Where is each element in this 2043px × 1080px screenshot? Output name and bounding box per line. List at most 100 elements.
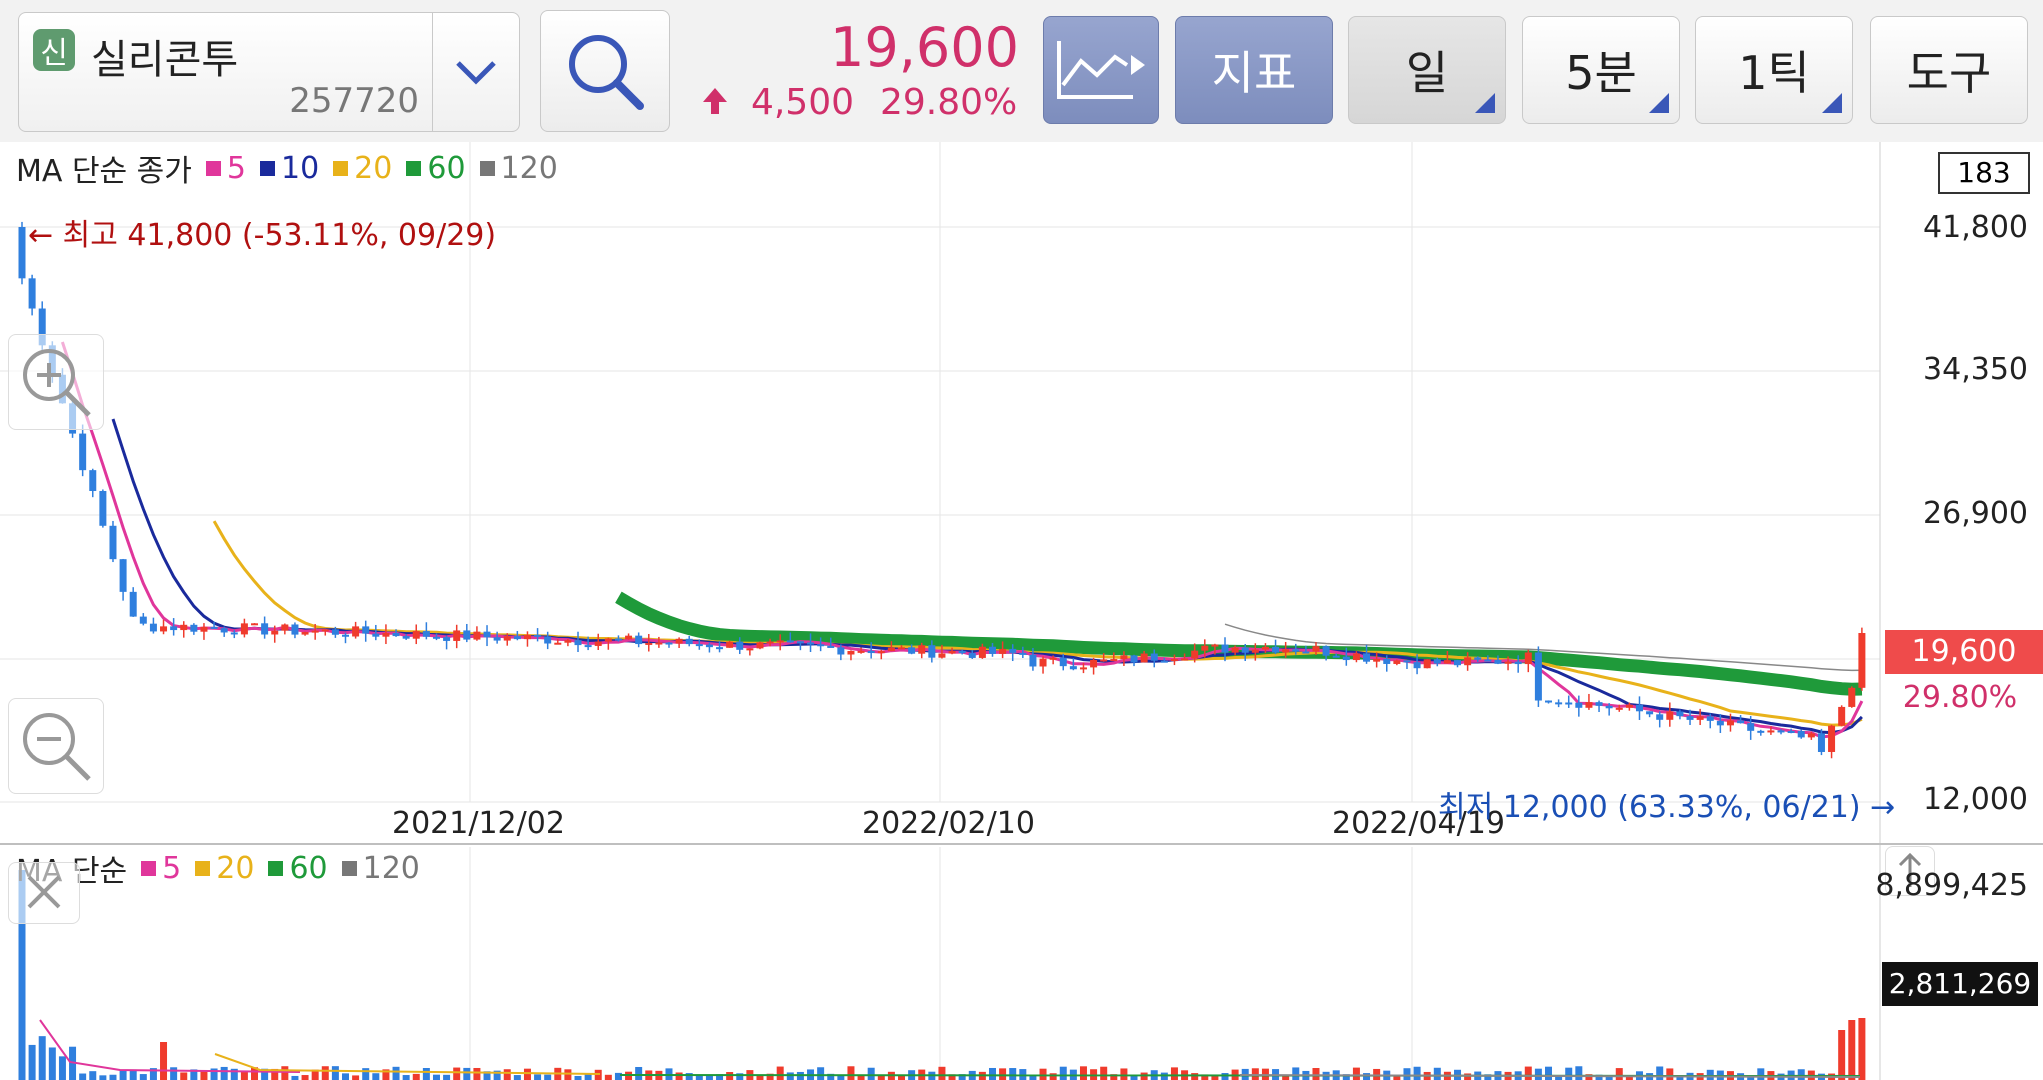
candle-body: [817, 644, 825, 647]
candle-body: [402, 636, 410, 639]
legend-item-label[interactable]: 60: [289, 851, 327, 886]
x-axis-date: 2022/02/10: [862, 806, 1035, 841]
candle-body: [705, 644, 713, 648]
candle-body: [1807, 733, 1815, 738]
dropdown-triangle-icon: [1822, 93, 1842, 113]
close-icon: [27, 875, 61, 909]
candle-body: [291, 624, 299, 635]
candle-body: [261, 623, 269, 635]
candle-body: [1767, 730, 1775, 733]
legend-item-label[interactable]: 5: [227, 151, 246, 186]
candle-body: [1423, 659, 1431, 669]
candle-body: [1595, 702, 1603, 706]
stock-selector[interactable]: 신 실리콘투 257720: [18, 12, 520, 132]
legend-prefix: MA 단순 종가: [16, 154, 192, 189]
volume-bar: [1170, 1067, 1178, 1080]
candle-body: [604, 638, 612, 642]
candle-body: [230, 632, 238, 635]
legend-item-label[interactable]: 20: [216, 851, 254, 886]
candle-body: [1009, 648, 1017, 653]
period-minute-button[interactable]: 5분: [1522, 16, 1680, 124]
chevron-down-icon: [456, 61, 496, 85]
search-icon: [569, 35, 644, 110]
volume-bar: [988, 1067, 996, 1080]
volume-bar: [523, 1068, 531, 1080]
candle-body: [1352, 653, 1360, 661]
zoom-out-button[interactable]: [8, 698, 104, 794]
candle-body: [483, 631, 491, 638]
candle-body: [432, 636, 440, 639]
candle-body: [412, 631, 420, 639]
candle-body: [1848, 687, 1856, 707]
search-button[interactable]: [540, 10, 670, 132]
legend-swatch: [195, 860, 211, 876]
candle-body: [726, 641, 734, 648]
volume-bar: [240, 1072, 248, 1080]
candle-body: [1140, 653, 1148, 663]
candle-body: [564, 640, 572, 643]
period-day-label: 일: [1405, 46, 1449, 100]
candle-body: [1443, 660, 1451, 664]
candle-body: [1514, 661, 1522, 665]
volume-bar: [79, 1073, 87, 1080]
volume-bar: [1312, 1068, 1320, 1080]
indicator-button[interactable]: 지표: [1175, 16, 1333, 124]
candle-body: [1555, 702, 1563, 705]
price-ma-legend[interactable]: MA 단순 종가 5 10 20 60 120: [16, 146, 558, 190]
legend-item-label[interactable]: 10: [281, 151, 319, 186]
volume-bar: [867, 1067, 875, 1080]
candle-body: [1272, 646, 1280, 653]
legend-item-label[interactable]: 5: [162, 851, 181, 886]
volume-bar: [503, 1069, 511, 1080]
volume-bar: [58, 1056, 66, 1080]
close-volume-button[interactable]: [8, 862, 80, 924]
y-axis-label: 41,800: [1923, 210, 2028, 245]
stock-dropdown-button[interactable]: [432, 13, 519, 131]
volume-bar: [756, 1075, 764, 1080]
candle-body: [837, 647, 845, 655]
volume-bar: [1848, 1020, 1856, 1080]
volume-bar: [1009, 1068, 1017, 1080]
candle-body: [190, 624, 198, 632]
candle-body: [1251, 649, 1259, 653]
candle-body: [594, 641, 602, 646]
volume-bar: [331, 1066, 339, 1080]
y-axis-label: 26,900: [1923, 496, 2028, 531]
current-price: 19,600: [830, 16, 1019, 79]
legend-item-label[interactable]: 60: [427, 151, 465, 186]
volume-bar: [1079, 1066, 1087, 1080]
chart-area[interactable]: MA 단순 종가 5 10 20 60 120 183 41,800 34,350 26…: [0, 142, 2043, 1080]
volume-bar: [614, 1072, 622, 1080]
candle-body: [503, 636, 511, 641]
candle-body: [1504, 661, 1512, 664]
candlestick-chart[interactable]: [0, 142, 2043, 1080]
candle-body: [160, 626, 168, 632]
candle-body: [1150, 653, 1158, 661]
zoom-in-button[interactable]: [8, 334, 104, 430]
legend-item-label[interactable]: 20: [354, 151, 392, 186]
volume-bar: [604, 1074, 612, 1080]
current-percent-tag: 29.80%: [1902, 680, 2018, 715]
candle-body: [1191, 650, 1199, 659]
volume-bar: [544, 1074, 552, 1080]
tools-button[interactable]: 도구: [1870, 16, 2028, 124]
visible-count-box[interactable]: 183: [1938, 152, 2030, 194]
candle-body: [79, 433, 87, 471]
dropdown-triangle-icon: [1475, 93, 1495, 113]
legend-swatch: [341, 860, 357, 876]
candle-body: [170, 626, 178, 631]
candle-body: [341, 634, 349, 637]
candle-body: [1696, 716, 1704, 720]
candle-body: [857, 650, 865, 653]
candle-body: [1383, 658, 1391, 664]
volume-bar: [99, 1075, 107, 1080]
low-price-annotation: 최저 12,000 (63.33%, 06/21) →: [1438, 790, 1896, 825]
period-day-button[interactable]: 일: [1348, 16, 1506, 124]
candle-body: [1828, 725, 1836, 752]
volume-ma5-line: [39, 1019, 301, 1073]
chart-type-button[interactable]: [1043, 16, 1159, 124]
legend-item-label[interactable]: 120: [363, 851, 420, 886]
candle-body: [544, 636, 552, 644]
period-tick-button[interactable]: 1틱: [1695, 16, 1853, 124]
legend-item-label[interactable]: 120: [501, 151, 558, 186]
